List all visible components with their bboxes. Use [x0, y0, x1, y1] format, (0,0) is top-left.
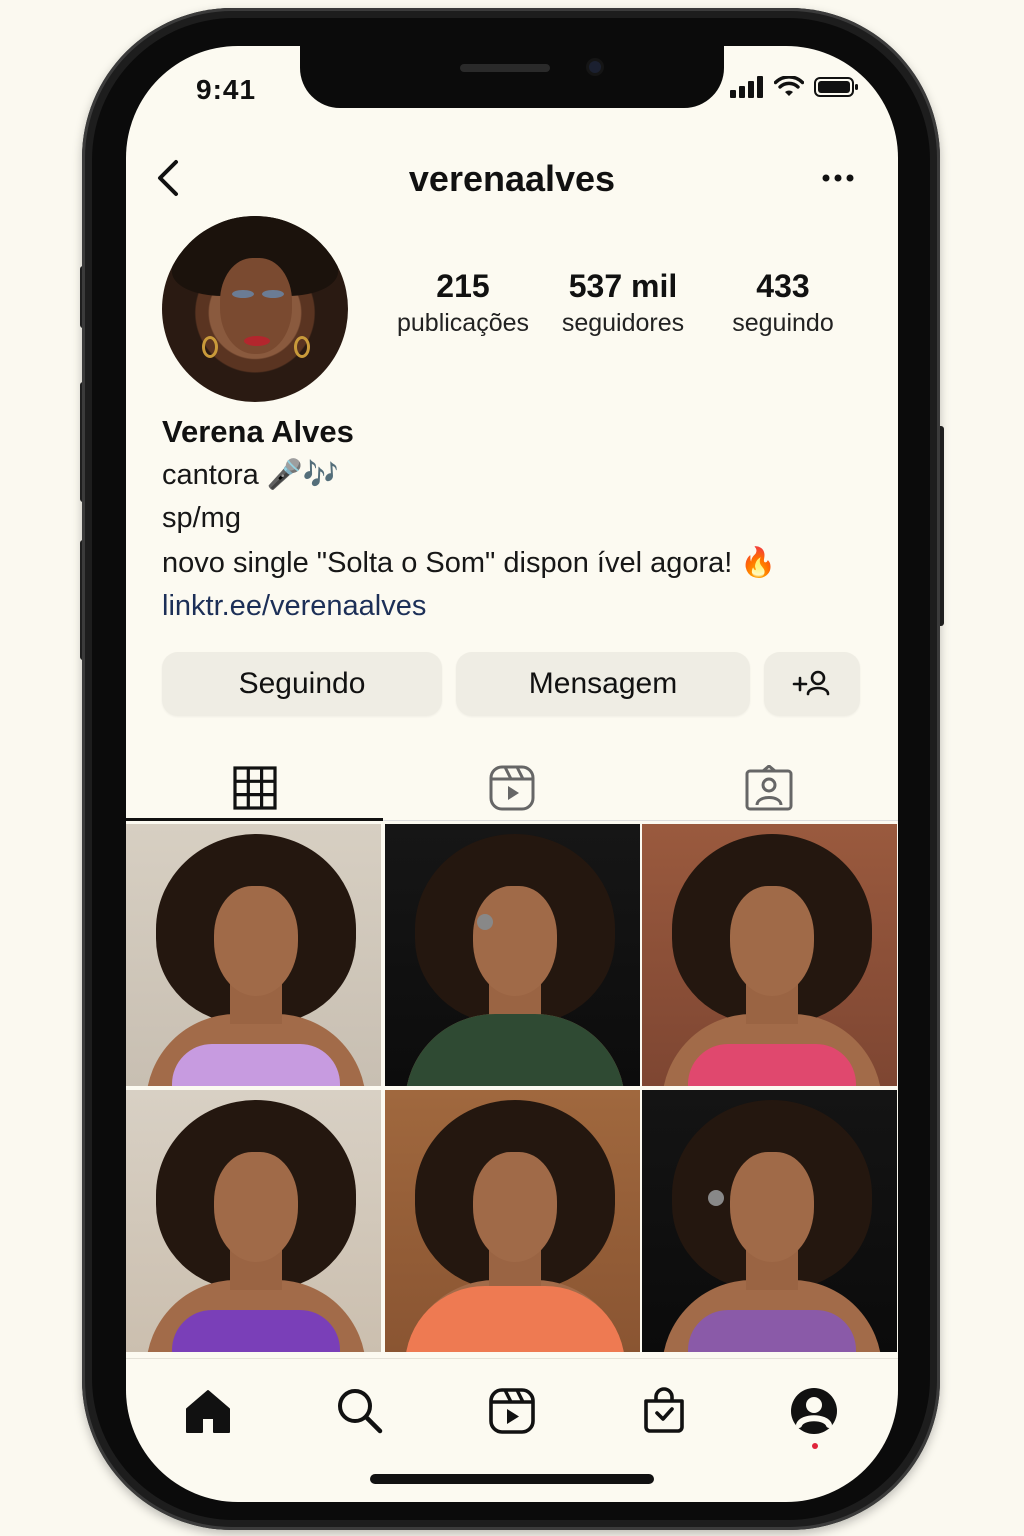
post-thumbnail[interactable]: [126, 1090, 381, 1352]
nav-home[interactable]: [180, 1383, 236, 1439]
post-thumbnail[interactable]: [642, 824, 897, 1086]
home-icon: [186, 1390, 230, 1433]
post-clothing: [172, 1310, 340, 1352]
bio-line-announcement: novo single "Solta o Som" dispon ível ag…: [162, 547, 777, 579]
bottom-nav: [126, 1358, 898, 1458]
page-title-username: verenaalves: [408, 158, 616, 199]
bio-name: Verena Alves: [162, 414, 354, 449]
post-thumbnail[interactable]: [385, 824, 640, 1086]
stat-posts-label: publicações: [396, 309, 530, 337]
tab-tagged[interactable]: [640, 752, 897, 824]
post-face: [473, 886, 557, 996]
avatar-eye-left: [232, 290, 254, 298]
avatar-lips: [244, 336, 270, 346]
post-clothing: [405, 1014, 625, 1086]
stat-posts-value: 215: [436, 268, 490, 304]
reels-icon: [489, 765, 534, 811]
stat-followers-value: 537 mil: [568, 268, 678, 304]
notch: [300, 46, 724, 108]
signal-icon: [730, 76, 763, 98]
post-microphone: [708, 1190, 724, 1206]
status-icons: [730, 76, 860, 98]
post-thumbnail[interactable]: [642, 1090, 897, 1352]
notification-dot: [812, 1443, 818, 1449]
grid-icon: [232, 766, 277, 810]
status-time: 9:41: [196, 74, 257, 105]
avatar-eye-right: [262, 290, 284, 298]
post-thumbnail[interactable]: [385, 1090, 640, 1352]
profile-tabs: [126, 752, 898, 824]
bio: Verena Alves cantora 🎤🎶 sp/mg novo singl…: [162, 414, 882, 634]
reels-icon: [489, 1388, 535, 1434]
nav-shop[interactable]: [636, 1383, 692, 1439]
post-face: [730, 1152, 814, 1262]
nav-reels[interactable]: [484, 1383, 540, 1439]
profile-header: verenaalves: [126, 150, 898, 206]
bio-link[interactable]: linktr.ee/verenaalves: [162, 590, 882, 634]
post-face: [214, 1152, 298, 1262]
front-camera: [586, 58, 604, 76]
post-clothing: [688, 1044, 856, 1086]
following-button[interactable]: Seguindo: [162, 652, 442, 716]
stat-following-value: 433: [756, 268, 810, 304]
battery-icon: [814, 77, 858, 97]
tagged-icon: [745, 765, 792, 811]
home-indicator[interactable]: [370, 1474, 654, 1484]
posts-grid: [126, 824, 898, 1352]
search-icon: [338, 1389, 383, 1434]
add-user-icon: [792, 670, 830, 696]
bio-line-occupation: cantora 🎤🎶: [162, 459, 340, 491]
post-microphone: [477, 914, 493, 930]
active-tab-indicator: [126, 818, 383, 821]
post-face: [214, 886, 298, 996]
more-options-button[interactable]: [818, 160, 858, 196]
more-horizontal-icon: [822, 174, 854, 182]
avatar[interactable]: [162, 216, 348, 402]
post-clothing: [172, 1044, 340, 1086]
wifi-icon: [774, 76, 804, 96]
bio-line-location: sp/mg: [162, 502, 241, 534]
post-clothing: [405, 1286, 625, 1352]
post-face: [473, 1152, 557, 1262]
stat-following-label: seguindo: [732, 309, 834, 337]
nav-search[interactable]: [332, 1383, 388, 1439]
post-thumbnail[interactable]: [126, 824, 381, 1086]
profile-icon: [791, 1388, 837, 1434]
tab-reels[interactable]: [383, 752, 640, 824]
shop-icon: [644, 1387, 684, 1433]
avatar-earring-right: [294, 336, 310, 358]
avatar-earring-left: [202, 336, 218, 358]
profile-stats: 215 publicações 537 mil seguidores 433 s…: [388, 268, 848, 348]
stat-following[interactable]: 433 seguindo: [718, 268, 848, 338]
suggest-users-button[interactable]: [764, 652, 860, 716]
stat-followers-label: seguidores: [561, 309, 685, 337]
post-clothing: [688, 1310, 856, 1352]
stat-followers[interactable]: 537 mil seguidores: [548, 268, 698, 338]
profile-actions: Seguindo Mensagem: [162, 652, 862, 716]
message-button[interactable]: Mensagem: [456, 652, 750, 716]
earpiece-speaker: [460, 64, 550, 72]
nav-profile[interactable]: [786, 1383, 842, 1439]
stat-posts[interactable]: 215 publicações: [388, 268, 538, 338]
tab-posts[interactable]: [126, 752, 383, 824]
screen: 9:41 verenaalves 215 publicações 537 mil…: [126, 46, 898, 1502]
post-face: [730, 886, 814, 996]
